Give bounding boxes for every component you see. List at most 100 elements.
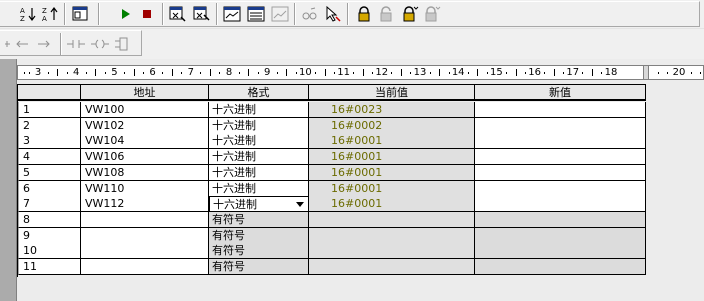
ruler-label: 17: [566, 67, 580, 78]
row-number-cell[interactable]: 11: [18, 259, 81, 275]
undo-arrow-icon[interactable]: [12, 34, 32, 54]
lock-icon[interactable]: [354, 4, 374, 24]
new-value-cell[interactable]: [475, 196, 646, 213]
new-value-cell[interactable]: [475, 211, 646, 228]
write-all-icon[interactable]: [192, 4, 212, 24]
ruler-tick: [238, 72, 240, 74]
format-cell[interactable]: 十六进制: [209, 164, 309, 181]
ruler-label: 16: [528, 67, 541, 78]
table-row[interactable]: 11 有符号: [18, 259, 647, 275]
table-row[interactable]: 6 VW110 十六进制 16#0001: [18, 180, 647, 197]
redo-arrow-icon[interactable]: [34, 34, 54, 54]
pointer-write-icon[interactable]: [323, 4, 343, 24]
address-cell[interactable]: VW106: [81, 149, 209, 166]
sort-descending-icon[interactable]: ZA: [40, 4, 60, 24]
new-value-cell[interactable]: [475, 133, 646, 150]
format-dropdown-button[interactable]: [293, 198, 307, 211]
new-value-cell[interactable]: [475, 164, 646, 181]
address-header[interactable]: 地址: [81, 85, 209, 101]
format-cell[interactable]: 有符号: [209, 259, 309, 275]
unforce-icon[interactable]: [422, 4, 442, 24]
run-icon[interactable]: [116, 4, 136, 24]
ruler-tick: [219, 72, 221, 74]
format-cell[interactable]: 十六进制: [209, 149, 309, 166]
ruler-column-divider[interactable]: [643, 66, 649, 79]
table-row[interactable]: 1 VW100 十六进制 16#0023: [18, 102, 647, 118]
row-number-cell[interactable]: 2: [18, 117, 81, 134]
ruler-tick: [85, 72, 87, 74]
ruler-label: 14: [451, 67, 465, 78]
address-cell[interactable]: VW110: [81, 180, 209, 197]
format-header[interactable]: 格式: [209, 85, 309, 101]
new-value-cell[interactable]: [475, 243, 646, 260]
insert-contact-icon[interactable]: [66, 34, 86, 54]
ruler-label: 12: [375, 67, 389, 78]
table-row[interactable]: 5 VW108 十六进制 16#0001: [18, 164, 647, 181]
row-number-cell[interactable]: 4: [18, 149, 81, 166]
format-cell[interactable]: 有符号: [209, 227, 309, 244]
unlock-icon[interactable]: [376, 4, 396, 24]
table-row[interactable]: 2 VW102 十六进制 16#0002: [18, 117, 647, 134]
format-cell[interactable]: 有符号: [209, 243, 309, 260]
address-cell[interactable]: VW100: [81, 102, 209, 118]
row-number-header[interactable]: [18, 85, 81, 101]
new-value-cell[interactable]: [475, 117, 646, 134]
address-cell[interactable]: VW108: [81, 164, 209, 181]
address-cell[interactable]: [81, 243, 209, 260]
ruler-tick: [429, 72, 431, 74]
format-cell[interactable]: 十六进制: [209, 180, 309, 197]
table-row[interactable]: 7 VW112 十六进制 16#0001: [18, 196, 647, 213]
current-value-cell: 16#0001: [309, 133, 475, 150]
row-number-cell[interactable]: 3: [18, 133, 81, 150]
address-cell[interactable]: [81, 227, 209, 244]
address-cell[interactable]: VW112: [81, 196, 209, 213]
format-cell[interactable]: 十六进制: [209, 102, 309, 118]
ruler-tick: [276, 72, 278, 74]
force-icon[interactable]: [400, 4, 420, 24]
address-cell[interactable]: VW104: [81, 133, 209, 150]
insert-box-icon[interactable]: [112, 34, 132, 54]
row-number-cell[interactable]: 9: [18, 227, 81, 244]
table-row[interactable]: 4 VW106 十六进制 16#0001: [18, 149, 647, 166]
new-value-cell[interactable]: [475, 102, 646, 118]
toolbar-separator: [294, 3, 296, 25]
current-value-header[interactable]: 当前值: [309, 85, 475, 101]
stop-icon[interactable]: [137, 4, 157, 24]
insert-coil-icon[interactable]: [90, 34, 110, 54]
table-row[interactable]: 8 有符号: [18, 211, 647, 228]
toolbar-separator: [216, 3, 218, 25]
window-layout-icon[interactable]: [70, 4, 90, 24]
address-cell[interactable]: VW102: [81, 117, 209, 134]
row-number-cell[interactable]: 5: [18, 164, 81, 181]
row-number-cell[interactable]: 6: [18, 180, 81, 197]
single-read-icon[interactable]: [168, 4, 188, 24]
format-cell[interactable]: 十六进制: [209, 133, 309, 150]
format-cell[interactable]: 有符号: [209, 211, 309, 228]
format-cell[interactable]: 十六进制: [209, 196, 309, 213]
address-cell[interactable]: [81, 259, 209, 275]
current-value-cell: 16#0023: [309, 102, 475, 118]
new-value-cell[interactable]: [475, 149, 646, 166]
new-value-cell[interactable]: [475, 227, 646, 244]
ruler-tick: [667, 72, 668, 74]
ruler-tick: [66, 72, 68, 74]
table-row[interactable]: 3 VW104 十六进制 16#0001: [18, 133, 647, 150]
chevron-down-icon: [296, 201, 304, 207]
table-row[interactable]: 9 有符号: [18, 227, 647, 244]
new-value-cell[interactable]: [475, 259, 646, 275]
new-value-cell[interactable]: [475, 180, 646, 197]
table-status-icon[interactable]: [246, 4, 266, 24]
chart-status-icon[interactable]: [222, 4, 242, 24]
pause-glasses-icon[interactable]: [300, 4, 320, 24]
row-number-cell[interactable]: 10: [18, 243, 81, 260]
sort-ascending-icon[interactable]: AZ: [18, 4, 38, 24]
format-cell[interactable]: 十六进制: [209, 117, 309, 134]
address-cell[interactable]: [81, 211, 209, 228]
new-value-header[interactable]: 新值: [475, 85, 646, 101]
trend-icon[interactable]: [270, 4, 290, 24]
table-row[interactable]: 10 有符号: [18, 243, 647, 260]
row-number-cell-text: 4: [23, 150, 30, 164]
row-number-cell[interactable]: 8: [18, 211, 81, 228]
row-number-cell[interactable]: 7: [18, 196, 81, 213]
row-number-cell[interactable]: 1: [18, 102, 81, 118]
